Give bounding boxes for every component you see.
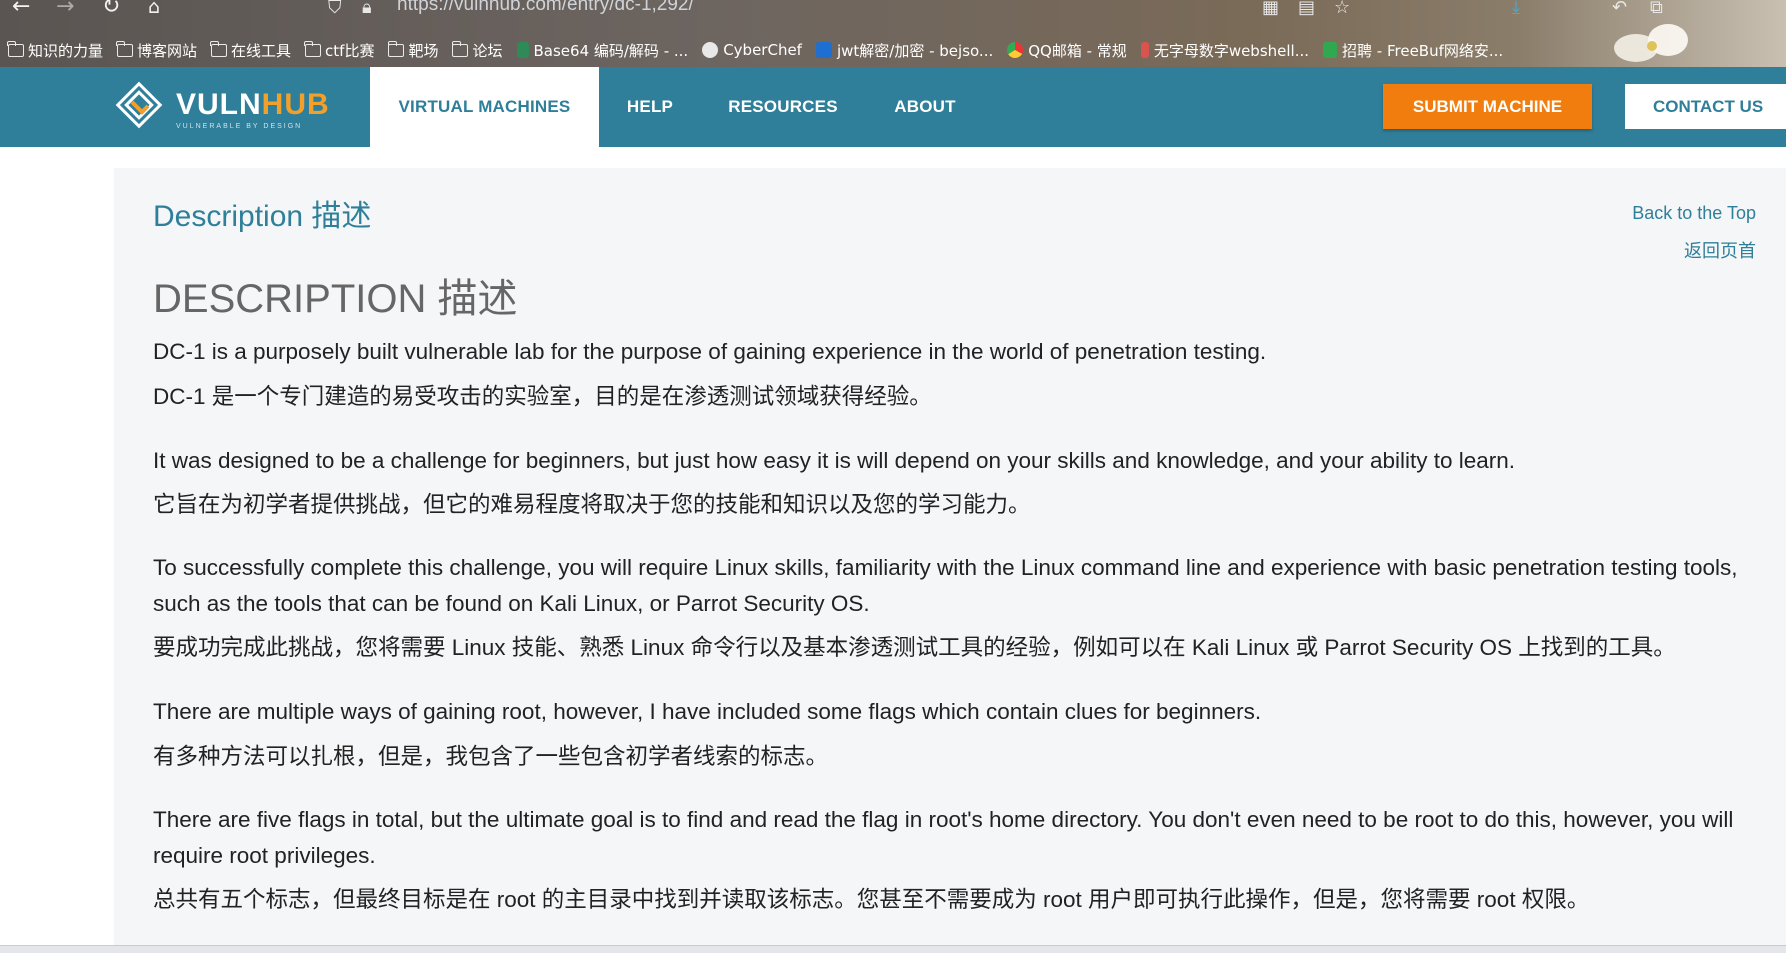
paragraph-1-cn: DC-1 是一个专门建造的易受攻击的实验室，目的是在渗透测试领域获得经验。 (153, 384, 932, 409)
jwt-favicon-icon (815, 42, 832, 58)
paragraph-1: DC-1 is a purposely built vulnerable lab… (153, 339, 1267, 364)
description-heading: DESCRIPTION 描述 (153, 277, 518, 321)
folder-icon (7, 40, 24, 57)
bookmark-folder[interactable]: ctf比赛 (304, 40, 374, 61)
base64-favicon-icon (516, 42, 529, 58)
section-title: Description 描述 (153, 200, 372, 233)
extensions-icon[interactable]: ⧉ (1650, 0, 1663, 18)
logo-tagline: VULNERABLE BY DESIGN (176, 123, 303, 130)
submit-machine-button[interactable]: SUBMIT MACHINE (1383, 84, 1592, 129)
folder-icon (304, 40, 322, 57)
back-to-top-link[interactable]: Back to the Top (1632, 194, 1756, 232)
address-bar-row: ← → ↻ ⌂ ⛉ 🔒︎ https://vulnhub.com/entry/d… (0, 0, 1786, 20)
undo-icon[interactable]: ↶ (1612, 0, 1627, 18)
site-header: VULNHUB VULNERABLE BY DESIGN VIRTUAL MAC… (0, 67, 1786, 147)
paragraph-3-cn: 要成功完成此挑战，您将需要 Linux 技能、熟悉 Linux 命令行以及基本渗… (153, 635, 1676, 660)
folder-icon (387, 40, 405, 57)
shield-icon[interactable]: ⛉ (328, 0, 342, 18)
back-to-top: Back to the Top 返回页首 (1632, 194, 1756, 270)
freebuf-favicon-icon (1323, 42, 1338, 58)
qr-code-icon[interactable]: ▦ (1262, 0, 1279, 18)
logo-wordmark: VULNHUB (176, 88, 330, 121)
nav-virtual-machines[interactable]: VIRTUAL MACHINES (370, 67, 599, 147)
bookmark-folder[interactable]: 博客网站 (116, 40, 197, 61)
back-to-top-link-cn[interactable]: 返回页首 (1632, 232, 1756, 270)
folder-icon (116, 40, 134, 57)
flower-theme-decoration (1614, 24, 1688, 62)
webshell-favicon-icon (1140, 42, 1149, 58)
vulnhub-logo[interactable]: VULNHUB VULNERABLE BY DESIGN (114, 80, 329, 136)
url-input[interactable]: https://vulnhub.com/entry/dc-1,292/ (397, 0, 694, 16)
nav-about[interactable]: ABOUT (880, 67, 970, 147)
qq-mail-favicon-icon (1007, 42, 1024, 58)
paragraph-4: There are multiple ways of gaining root,… (153, 699, 1262, 724)
bookmark-link[interactable]: CyberChef (702, 41, 802, 59)
bookmark-folder[interactable]: 论坛 (451, 40, 503, 61)
bookmark-folder[interactable]: 在线工具 (210, 40, 291, 61)
nav-help[interactable]: HELP (610, 67, 690, 147)
reader-view-icon[interactable]: ▤ (1298, 0, 1315, 18)
paragraph-3: To successfully complete this challenge,… (153, 555, 1738, 616)
cyberchef-favicon-icon (702, 42, 719, 58)
bookmark-link[interactable]: 招聘 - FreeBuf网络安... (1323, 40, 1503, 61)
paragraph-5-cn: 总共有五个标志，但最终目标是在 root 的主目录中找到并读取该标志。您甚至不需… (153, 887, 1590, 912)
download-icon[interactable]: ⤓ (1512, 0, 1520, 18)
bookmark-link[interactable]: 无字母数字webshell... (1140, 40, 1309, 61)
bookmark-folder[interactable]: 知识的力量 (7, 40, 103, 61)
bookmark-link[interactable]: QQ邮箱 - 常规 (1007, 40, 1127, 61)
back-arrow-icon[interactable]: ← (12, 0, 30, 18)
reload-icon[interactable]: ↻ (102, 0, 120, 18)
bookmark-link[interactable]: jwt解密/加密 - bejso... (815, 40, 993, 61)
home-icon[interactable]: ⌂ (148, 0, 160, 18)
nav-resources[interactable]: RESOURCES (718, 67, 848, 147)
forward-arrow-icon[interactable]: → (56, 0, 74, 18)
paragraph-2-cn: 它旨在为初学者提供挑战，但它的难易程度将取决于您的技能和知识以及您的学习能力。 (153, 492, 1031, 517)
bookmark-star-icon[interactable]: ☆ (1334, 0, 1350, 18)
bookmark-link[interactable]: Base64 编码/解码 - ... (516, 40, 688, 61)
paragraph-5: There are five flags in total, but the u… (153, 807, 1734, 868)
bookmarks-bar: 知识的力量 博客网站 在线工具 ctf比赛 靶场 论坛 Base64 编码/解码… (7, 38, 1517, 62)
paragraph-4-cn: 有多种方法可以扎根，但是，我包含了一些包含初学者线索的标志。 (153, 744, 829, 769)
status-bar (0, 945, 1786, 953)
lock-icon[interactable]: 🔒︎ (362, 0, 372, 18)
vulnhub-logo-icon (115, 81, 163, 129)
folder-icon (210, 40, 228, 57)
bookmark-folder[interactable]: 靶场 (387, 40, 438, 61)
contact-us-button[interactable]: CONTACT US (1625, 84, 1786, 129)
paragraph-2: It was designed to be a challenge for be… (153, 448, 1516, 473)
folder-icon (451, 40, 469, 57)
browser-chrome: ← → ↻ ⌂ ⛉ 🔒︎ https://vulnhub.com/entry/d… (0, 0, 1786, 67)
